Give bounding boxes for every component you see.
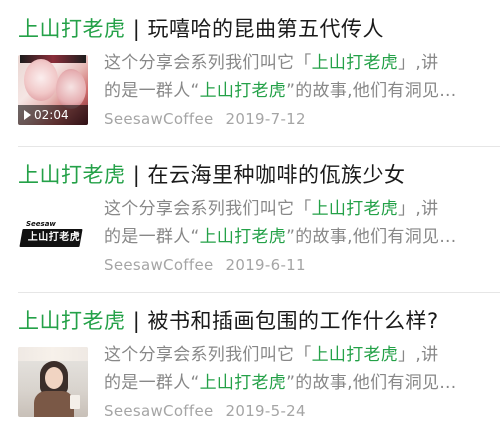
video-duration: 02:04 (34, 108, 69, 122)
performer-face-shape (24, 59, 58, 101)
article-meta: SeesawCoffee 2019-7-12 (104, 108, 306, 130)
article-title[interactable]: 上山打老虎 | 被书和插画包围的工作什么样? (18, 306, 439, 336)
face-shape (45, 367, 63, 389)
title-separator: | (132, 17, 141, 41)
bookshelf-shape (18, 347, 88, 361)
article-card[interactable]: 上山打老虎 | 在云海里种咖啡的佤族少女 Seesaw 上山打老虎 这个分享会系… (0, 146, 500, 292)
article-feed: 上山打老虎 | 玩嘻哈的昆曲第五代传人 02:04 这个分享会系列我们叫它「上山… (0, 0, 500, 437)
excerpt-highlight: 上山打老虎 (311, 53, 399, 73)
article-date: 2019-5-24 (225, 402, 306, 420)
excerpt-line: 的是一群人“上山打老虎”的故事,他们有洞见... (104, 373, 457, 393)
article-excerpt: 这个分享会系列我们叫它「上山打老虎」,讲 的是一群人“上山打老虎”的故事,他们有… (104, 195, 494, 251)
video-duration-badge: 02:04 (18, 105, 88, 125)
excerpt-line: 这个分享会系列我们叫它「上山打老虎」,讲 (104, 199, 439, 219)
title-text: 被书和插画包围的工作什么样? (147, 309, 439, 333)
title-series-label: 上山打老虎 (18, 163, 126, 187)
title-separator: | (132, 309, 141, 333)
article-title[interactable]: 上山打老虎 | 玩嘻哈的昆曲第五代传人 (18, 14, 384, 44)
play-icon (24, 110, 31, 120)
article-title[interactable]: 上山打老虎 | 在云海里种咖啡的佤族少女 (18, 160, 405, 190)
excerpt-line: 的是一群人“上山打老虎”的故事,他们有洞见... (104, 81, 457, 101)
video-thumbnail[interactable]: 02:04 (18, 55, 88, 125)
article-card[interactable]: 上山打老虎 | 玩嘻哈的昆曲第五代传人 02:04 这个分享会系列我们叫它「上山… (0, 0, 500, 146)
article-date: 2019-6-11 (225, 256, 306, 274)
title-separator: | (132, 163, 141, 187)
portrait-thumbnail[interactable] (18, 347, 88, 417)
excerpt-line: 这个分享会系列我们叫它「上山打老虎」,讲 (104, 345, 439, 365)
body-shape (34, 391, 74, 417)
article-meta: SeesawCoffee 2019-6-11 (104, 254, 306, 276)
excerpt-highlight: 上山打老虎 (199, 373, 287, 393)
excerpt-highlight: 上山打老虎 (311, 199, 399, 219)
excerpt-highlight: 上山打老虎 (199, 81, 287, 101)
article-source: SeesawCoffee (104, 110, 214, 128)
article-source: SeesawCoffee (104, 256, 214, 274)
performer-face-shape (56, 69, 86, 109)
opera-headdress-shape (20, 55, 86, 63)
article-excerpt: 这个分享会系列我们叫它「上山打老虎」,讲 的是一群人“上山打老虎”的故事,他们有… (104, 49, 494, 105)
article-date: 2019-7-12 (225, 110, 306, 128)
article-source: SeesawCoffee (104, 402, 214, 420)
article-card[interactable]: 上山打老虎 | 被书和插画包围的工作什么样? 这个分享会系列我们叫它「上山打老虎… (0, 292, 500, 438)
excerpt-line: 这个分享会系列我们叫它「上山打老虎」,讲 (104, 53, 439, 73)
logo-thumbnail[interactable]: Seesaw 上山打老虎 (18, 201, 88, 271)
logo-card-label: 上山打老虎 (27, 232, 81, 243)
excerpt-highlight: 上山打老虎 (199, 227, 287, 247)
article-meta: SeesawCoffee 2019-5-24 (104, 400, 306, 422)
excerpt-highlight: 上山打老虎 (311, 345, 399, 365)
seesaw-logo: Seesaw (26, 220, 56, 228)
article-excerpt: 这个分享会系列我们叫它「上山打老虎」,讲 的是一群人“上山打老虎”的故事,他们有… (104, 341, 494, 397)
title-text: 在云海里种咖啡的佤族少女 (147, 163, 406, 187)
title-text: 玩嘻哈的昆曲第五代传人 (147, 17, 384, 41)
title-series-label: 上山打老虎 (18, 17, 126, 41)
excerpt-line: 的是一群人“上山打老虎”的故事,他们有洞见... (104, 227, 457, 247)
cup-shape (70, 395, 80, 409)
title-series-label: 上山打老虎 (18, 309, 126, 333)
